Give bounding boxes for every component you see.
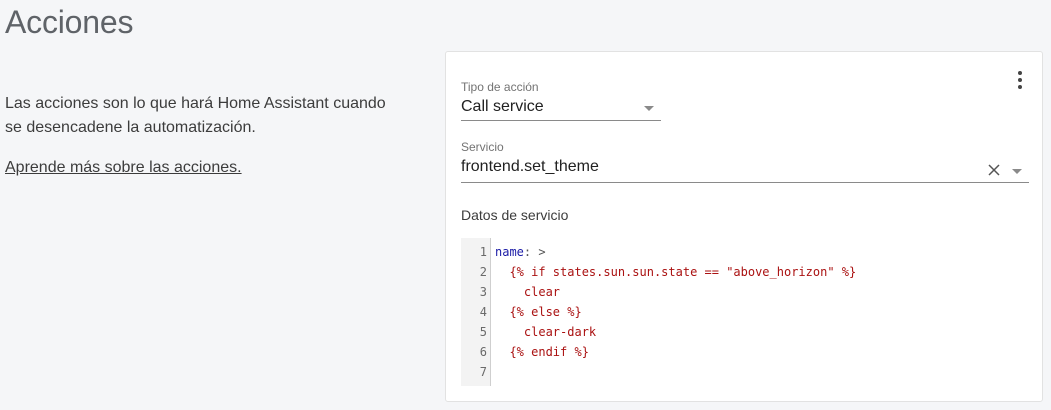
- line-number-gutter: 1 2 3 4 5 6 7: [461, 238, 491, 386]
- yaml-punctuation: : >: [523, 245, 546, 259]
- code-line: name: >: [495, 242, 546, 262]
- page-title: Acciones: [5, 4, 134, 40]
- service-label: Servicio: [461, 140, 504, 154]
- learn-more-link[interactable]: Aprende más sobre las acciones.: [5, 156, 242, 180]
- action-card: Tipo de acción Call service Servicio fro…: [445, 51, 1043, 402]
- action-type-value: Call service: [461, 98, 544, 115]
- line-number: 2: [479, 265, 487, 279]
- service-data-code-editor[interactable]: 1 2 3 4 5 6 7 name: > {% if states.sun.s…: [461, 238, 1029, 386]
- service-data-label: Datos de servicio: [461, 207, 569, 223]
- arrow-drop-down-icon: [644, 106, 654, 111]
- service-combobox[interactable]: Servicio frontend.set_theme: [461, 140, 1029, 183]
- line-number: 5: [479, 325, 487, 339]
- line-number: 6: [479, 345, 487, 359]
- code-line: clear-dark: [495, 325, 597, 339]
- more-options-button[interactable]: [1012, 70, 1028, 90]
- action-type-dropdown[interactable]: Tipo de acción Call service: [461, 80, 661, 121]
- code-line: clear: [495, 285, 561, 299]
- more-vertical-icon: [1018, 71, 1022, 89]
- clear-service-button[interactable]: [987, 163, 1001, 177]
- arrow-drop-down-icon: [1012, 169, 1022, 174]
- service-value: frontend.set_theme: [461, 158, 599, 175]
- code-line: {% endif %}: [495, 345, 589, 359]
- line-number: 7: [479, 365, 487, 379]
- line-number: 4: [479, 305, 487, 319]
- actions-description: Las acciones son lo que hará Home Assist…: [5, 95, 386, 136]
- close-icon: [988, 164, 1000, 176]
- code-line: {% else %}: [495, 305, 582, 319]
- action-type-label: Tipo de acción: [461, 80, 539, 94]
- line-number: 3: [479, 285, 487, 299]
- code-line: {% if states.sun.sun.state == "above_hor…: [495, 265, 857, 279]
- yaml-key: name: [495, 245, 524, 259]
- line-number: 1: [479, 245, 487, 259]
